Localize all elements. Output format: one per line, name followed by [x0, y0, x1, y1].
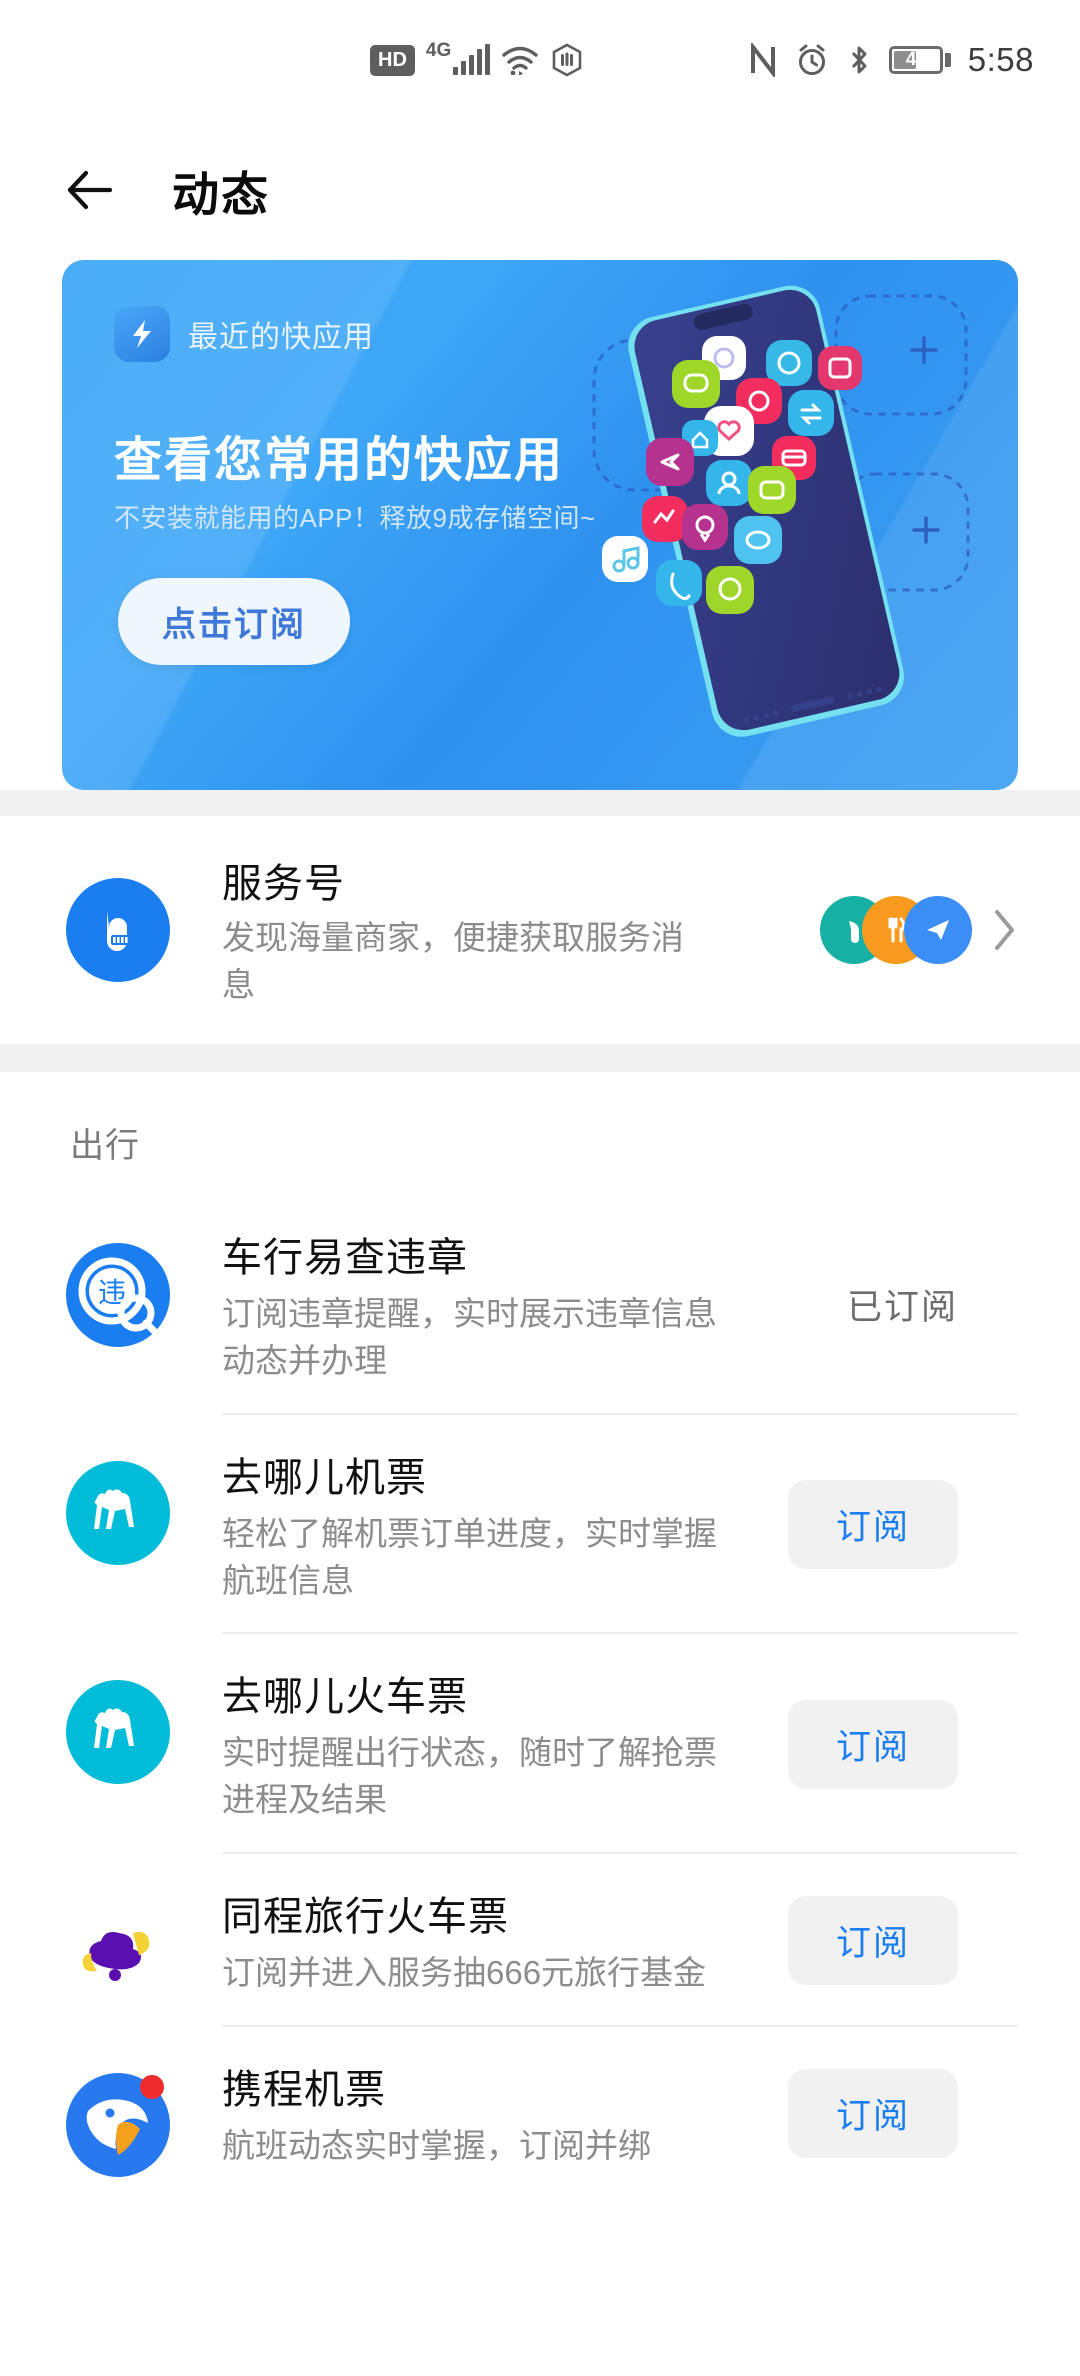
banner-brand: 最近的快应用 — [114, 306, 374, 362]
app-desc: 实时提醒出行状态，随时了解抢票进程及结果 — [222, 1734, 717, 1819]
page-title: 动态 — [172, 167, 270, 221]
section-divider-2 — [0, 1044, 1080, 1072]
app-screen: HD 4G 46 5:58 动态 最近的快应用 查看您常用的快应用 不安装就能用… — [0, 0, 1080, 2376]
service-account-title: 服务号 — [222, 862, 345, 907]
bluetooth-icon — [846, 43, 872, 77]
banner-subscribe-button[interactable]: 点击订阅 — [118, 578, 350, 665]
status-bar-right: 46 5:58 — [748, 41, 1034, 79]
app-name: 车行易查违章 — [222, 1236, 468, 1280]
banner-brand-label: 最近的快应用 — [188, 321, 374, 354]
list-item[interactable]: 同程旅行火车票 订阅并进入服务抽666元旅行基金 订阅 — [0, 1852, 1018, 2025]
phone-illustration — [592, 285, 970, 737]
status-bar-clock: 5:58 — [967, 41, 1034, 78]
section-divider-1 — [0, 790, 1080, 816]
subscribe-button[interactable]: 订阅 — [788, 1480, 958, 1570]
battery-percent: 46 — [905, 49, 927, 70]
battery-icon: 46 — [888, 46, 951, 74]
nfc-icon — [748, 43, 778, 77]
app-name: 携程机票 — [222, 2068, 386, 2113]
app-name: 去哪儿机票 — [222, 1455, 427, 1500]
subscribed-status: 已订阅 — [846, 1288, 958, 1328]
subscribe-button[interactable]: 订阅 — [788, 1699, 958, 1789]
app-name: 同程旅行火车票 — [222, 1895, 509, 1940]
camel-icon — [66, 1460, 170, 1565]
back-icon[interactable] — [62, 163, 116, 217]
list-item[interactable]: 违 违 车行易查违章 订阅违章提醒，实时展示违章信息动态并办理 已订阅 — [0, 1195, 1018, 1413]
banner-subtitle: 不安装就能用的APP！释放9成存储空间~ — [114, 503, 596, 533]
chevron-right-icon — [992, 907, 1018, 953]
camel-icon — [66, 1680, 170, 1785]
page-header: 动态 — [0, 120, 1080, 260]
status-bar: HD 4G 46 5:58 — [0, 0, 1080, 120]
do-not-disturb-icon — [550, 43, 584, 77]
notification-badge — [140, 2075, 164, 2100]
app-desc: 航班动态实时掌握，订阅并绑 — [222, 2127, 651, 2165]
service-account-text: 服务号 发现海量商家，便捷获取服务消息 — [222, 851, 820, 1009]
service-account-desc: 发现海量商家，便捷获取服务消息 — [222, 919, 684, 1003]
list-item[interactable]: 去哪儿火车票 实时提醒出行状态，随时了解抢票进程及结果 订阅 — [0, 1632, 1018, 1852]
app-name: 去哪儿火车票 — [222, 1675, 468, 1720]
avatar — [904, 896, 972, 964]
app-desc: 轻松了解机票订单进度，实时掌握航班信息 — [222, 1514, 717, 1599]
hd-icon: HD — [370, 44, 415, 76]
app-desc: 订阅并进入服务抽666元旅行基金 — [222, 1954, 707, 1992]
tongcheng-icon — [66, 1900, 170, 2005]
violation-check-icon: 违 违 — [66, 1243, 170, 1347]
subscribe-button[interactable]: 订阅 — [788, 2068, 958, 2158]
list-item[interactable]: 携程机票 航班动态实时掌握，订阅并绑 订阅 — [0, 2025, 1018, 2198]
subscribe-button[interactable]: 订阅 — [788, 1896, 958, 1986]
section-title-travel: 出行 — [70, 1127, 140, 1165]
banner-title: 查看您常用的快应用 — [114, 434, 565, 487]
alarm-icon — [795, 43, 829, 77]
service-account-row[interactable]: 服务号 发现海量商家，便捷获取服务消息 — [0, 816, 1080, 1044]
app-list: 违 违 车行易查违章 订阅违章提醒，实时展示违章信息动态并办理 已订阅 — [0, 1195, 1080, 2198]
service-account-icon — [66, 878, 170, 982]
status-bar-left: HD 4G — [370, 40, 584, 77]
promo-banner[interactable]: 最近的快应用 查看您常用的快应用 不安装就能用的APP！释放9成存储空间~ 点击… — [62, 260, 1018, 790]
wifi-icon — [501, 45, 539, 75]
app-desc: 订阅违章提醒，实时展示违章信息动态并办理 — [222, 1295, 717, 1379]
service-avatar-stack — [820, 896, 972, 964]
signal-4g-icon: 4G — [426, 40, 491, 75]
signal-bars-icon — [453, 44, 491, 75]
promo-banner-wrap: 最近的快应用 查看您常用的快应用 不安装就能用的APP！释放9成存储空间~ 点击… — [0, 260, 1080, 790]
ctrip-dolphin-icon — [66, 2073, 170, 2178]
quickapp-logo-icon — [114, 306, 170, 362]
list-item[interactable]: 去哪儿机票 轻松了解机票订单进度，实时掌握航班信息 订阅 — [0, 1412, 1018, 1633]
